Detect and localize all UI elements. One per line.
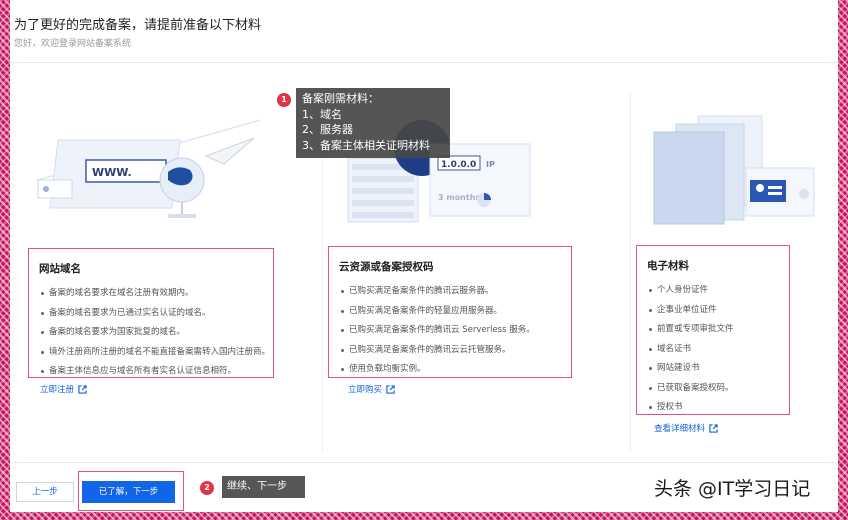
list-item: 备案的域名要求为已通过实名认证的域名。: [39, 306, 273, 326]
prev-step-button[interactable]: 上一步: [16, 482, 74, 502]
buy-now-link[interactable]: 立即购买: [348, 383, 395, 395]
next-step-button[interactable]: 已了解，下一步: [82, 481, 175, 503]
bullet-icon: [41, 311, 44, 315]
list-item: 个人身份证件: [647, 283, 789, 303]
view-materials-link[interactable]: 查看详细材料: [654, 422, 718, 434]
list-item: 备案的域名要求为国家批复的域名。: [39, 325, 273, 345]
list-item: 企事业单位证件: [647, 303, 789, 323]
cloud-months-text: 3 months: [438, 193, 480, 202]
page-title: 为了更好的完成备案，请提前准备以下材料: [14, 18, 262, 33]
list-item: 域名证书: [647, 342, 789, 362]
tooltip-line: 备案刚需材料：: [302, 92, 379, 105]
list-item: 已获取备案授权码。: [647, 381, 789, 401]
tooltip-line: 3、备案主体相关证明材料: [302, 138, 430, 152]
list-item: 备案主体信息应与域名所有者实名认证信息相符。: [39, 364, 273, 384]
domain-www-text: WWW.: [92, 166, 132, 179]
cloud-resource-box: 云资源或备案授权码 已购买满足备案条件的腾讯云服务器。 已购买满足备案条件的轻量…: [328, 246, 572, 378]
bullet-icon: [649, 367, 652, 370]
electronic-materials-box: 电子材料 个人身份证件 企事业单位证件 前置或专项审批文件 域名证书 网站建设书…: [636, 245, 790, 415]
materials-box-title: 电子材料: [647, 260, 689, 272]
cloud-ip-label: IP: [486, 160, 495, 169]
tooltip-line: 2、服务器: [302, 123, 353, 136]
cloud-box-title: 云资源或备案授权码: [339, 261, 434, 273]
bullet-icon: [41, 292, 44, 295]
list-item: 已购买满足备案条件的轻量应用服务器。: [339, 304, 571, 324]
register-now-link[interactable]: 立即注册: [40, 383, 87, 395]
list-item: 已购买满足备案条件的腾讯云服务器。: [339, 284, 571, 304]
external-link-icon: [78, 384, 87, 394]
list-item: 备案的域名要求在域名注册有效期内。: [39, 286, 273, 306]
domain-box-title: 网站域名: [39, 263, 81, 275]
bullet-icon: [649, 406, 652, 409]
domain-requirements-box: 网站域名 备案的域名要求在域名注册有效期内。 备案的域名要求为已通过实名认证的域…: [28, 248, 274, 378]
list-item: 境外注册商所注册的域名不能直接备案需转入国内注册商。: [39, 345, 273, 365]
external-link-icon: [386, 384, 395, 394]
header-divider: [10, 62, 838, 63]
bullet-icon: [341, 329, 344, 332]
external-link-icon: [709, 423, 718, 433]
watermark-text: 头条 @IT学习日记: [654, 478, 811, 500]
page-subtitle: 您好，欢迎登录网站备案系统: [14, 39, 132, 49]
list-item: 前置或专项审批文件: [647, 322, 789, 342]
bullet-icon: [41, 350, 44, 354]
bullet-icon: [41, 370, 44, 373]
bullet-icon: [341, 290, 344, 293]
cloud-ip-text: 1.0.0.0: [441, 160, 476, 170]
bullet-icon: [41, 331, 44, 334]
column-divider: [630, 92, 631, 452]
bullet-icon: [649, 386, 652, 390]
annotation-badge-1: 1: [277, 93, 291, 107]
bullet-icon: [341, 368, 344, 371]
bullet-icon: [649, 289, 652, 292]
list-item: 使用负载均衡实例。: [339, 362, 571, 382]
bullet-icon: [341, 309, 344, 313]
bullet-icon: [649, 308, 652, 312]
bullet-icon: [341, 348, 344, 352]
bullet-icon: [649, 328, 652, 331]
annotation-badge-2: 2: [200, 481, 214, 495]
tooltip-line: 1、域名: [302, 107, 342, 121]
list-item: 已购买满足备案条件的腾讯云 Serverless 服务。: [339, 323, 571, 343]
domain-illustration: WWW.: [35, 119, 261, 218]
list-item: 网站建设书: [647, 361, 789, 381]
documents-illustration: [653, 115, 815, 225]
required-materials-tooltip: 备案刚需材料： 1、域名 2、服务器 3、备案主体相关证明材料: [296, 88, 450, 158]
bullet-icon: [649, 347, 652, 351]
continue-hint-label: 继续、下一步: [222, 476, 305, 498]
page: 为了更好的完成备案，请提前准备以下材料 您好，欢迎登录网站备案系统 WWW. 1…: [10, 0, 838, 512]
footer-divider: [10, 462, 838, 463]
list-item: 授权书: [647, 400, 789, 420]
list-item: 已购买满足备案条件的腾讯云云托管服务。: [339, 343, 571, 363]
